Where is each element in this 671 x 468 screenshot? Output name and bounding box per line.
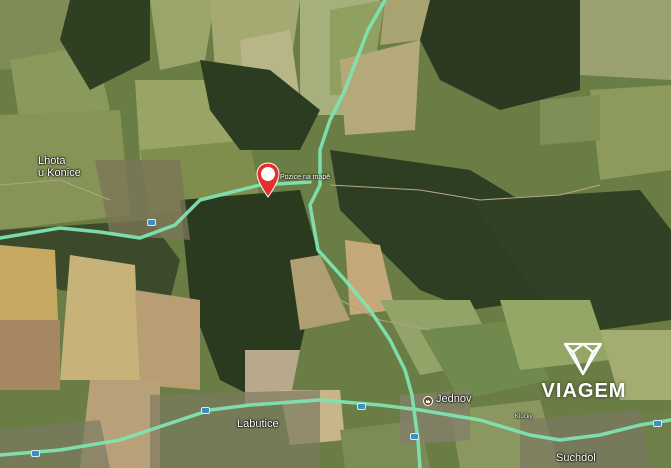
place-label-jednov[interactable]: Jednov xyxy=(436,393,471,405)
place-label-lhota-line2: u Konice xyxy=(38,167,81,179)
place-label-lhota[interactable]: Lhota u Konice xyxy=(38,155,81,179)
place-label-klucky[interactable]: Klůčky xyxy=(515,414,533,421)
road-number-shield xyxy=(147,219,156,226)
place-label-lhota-line1: Lhota xyxy=(38,155,66,167)
road-number-shield xyxy=(653,420,662,427)
map-pin-icon[interactable] xyxy=(256,162,280,198)
road-number-shield xyxy=(357,403,366,410)
road-number-shield xyxy=(31,450,40,457)
road-number-shield xyxy=(410,433,419,440)
castle-poi-icon[interactable] xyxy=(423,396,433,406)
place-label-labutice[interactable]: Labutice xyxy=(237,418,279,430)
road-number-shield xyxy=(201,407,210,414)
marker-label: Pozice na mapě xyxy=(280,174,331,181)
satellite-map[interactable]: Lhota u Konice Labutice Jednov Suchdol K… xyxy=(0,0,671,468)
logo-text: VIAGEM xyxy=(541,380,627,402)
place-label-suchdol[interactable]: Suchdol xyxy=(556,452,596,464)
